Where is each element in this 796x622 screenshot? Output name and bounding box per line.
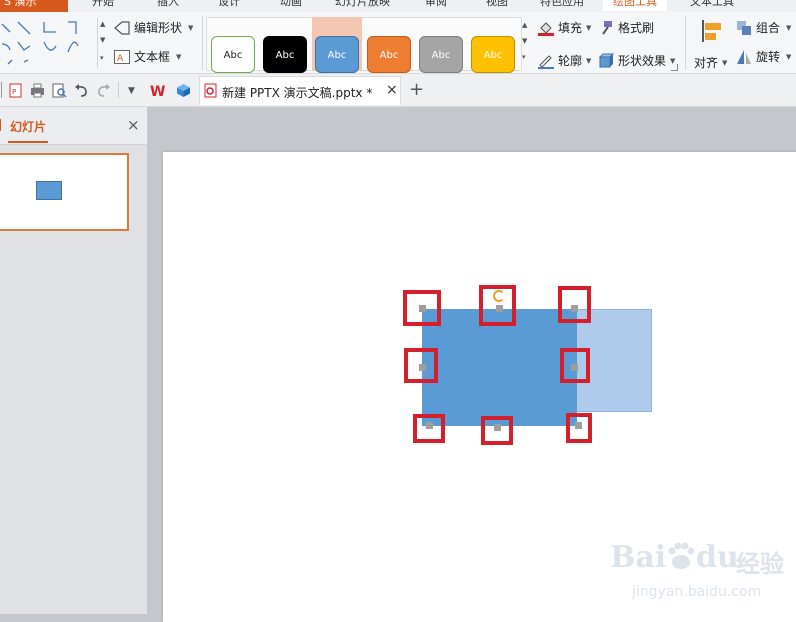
document-title: 新建 PPTX 演示文稿.pptx *: [222, 86, 373, 100]
paw-logo-icon: [668, 542, 695, 569]
close-tab-icon[interactable]: ×: [386, 82, 398, 98]
dialog-launcher-icon[interactable]: [671, 64, 678, 71]
highlight-box: [479, 285, 516, 326]
highlight-box: [566, 413, 592, 443]
redo-icon[interactable]: [96, 83, 111, 98]
highlight-box: [404, 348, 438, 383]
undo-icon[interactable]: [74, 83, 89, 98]
toolbar-divider: [1, 82, 2, 98]
selected-rectangle[interactable]: [422, 309, 577, 426]
group-icon: [737, 21, 751, 35]
print-icon[interactable]: [30, 83, 45, 98]
tab-slideshow[interactable]: 幻灯片放映: [335, 0, 390, 11]
shape-style-6[interactable]: Abc: [471, 36, 515, 73]
tab-text-tools[interactable]: 文本工具: [690, 0, 734, 11]
slide-thumbnail[interactable]: [0, 153, 129, 231]
align-icon: [702, 20, 721, 42]
app-menu-button[interactable]: S 演示: [0, 0, 68, 12]
highlight-box: [413, 414, 445, 443]
tab-special[interactable]: 特色应用: [540, 0, 584, 11]
tab-animation[interactable]: 动画: [280, 0, 302, 11]
shape-style-2[interactable]: Abc: [263, 36, 307, 73]
print-preview-icon[interactable]: [52, 83, 67, 98]
svg-text:W: W: [150, 84, 165, 98]
fill-button[interactable]: 填充 ▼: [538, 20, 596, 38]
new-tab-icon[interactable]: +: [409, 79, 424, 100]
active-tab-indicator: [8, 141, 48, 143]
tab-design[interactable]: 设计: [218, 0, 240, 11]
format-brush-icon: [602, 21, 612, 35]
ribbon-divider: [202, 16, 203, 70]
shape-effects-button[interactable]: 形状效果 ▼: [598, 53, 680, 71]
align-button[interactable]: 对齐 ▼: [694, 18, 733, 70]
shape-style-5[interactable]: Abc: [419, 36, 463, 73]
document-tab[interactable]: 新建 PPTX 演示文稿.pptx * ×: [199, 76, 401, 105]
export-pdf-icon[interactable]: P: [8, 83, 23, 98]
ribbon-divider: [685, 16, 686, 70]
connector-gallery-scroll[interactable]: ▲ ▼ ▾: [97, 18, 108, 68]
highlight-box: [481, 416, 513, 445]
slides-panel-header: 幻灯片 ×: [0, 107, 147, 145]
svg-text:P: P: [12, 88, 16, 96]
thumbnail-rectangle: [36, 181, 62, 200]
paint-bucket-icon: [538, 22, 554, 36]
highlight-box: [560, 348, 590, 383]
svg-text:A: A: [117, 54, 124, 64]
tab-slides[interactable]: 幻灯片: [10, 118, 46, 135]
menu-bar: S 演示 开始 插入 设计 动画 幻灯片放映 审阅 视图 特色应用 绘图工具 文…: [0, 0, 796, 12]
slides-panel: 幻灯片 ×: [0, 107, 147, 614]
shape-style-4[interactable]: Abc: [367, 36, 411, 73]
close-panel-icon[interactable]: ×: [127, 116, 140, 134]
panel-tab-divider: [0, 119, 1, 131]
toolbar-divider: [118, 82, 119, 98]
highlight-box: [403, 290, 441, 326]
group-button[interactable]: 组合 ▼: [736, 20, 796, 38]
tab-insert[interactable]: 插入: [157, 0, 179, 11]
tab-home[interactable]: 开始: [92, 0, 114, 11]
highlight-box: [558, 286, 591, 323]
tab-view[interactable]: 视图: [486, 0, 508, 11]
style-gallery-scroll[interactable]: ▲ ▼ ▾: [520, 17, 530, 69]
format-brush-button[interactable]: 格式刷: [598, 20, 668, 38]
quick-access-bar: P ▼ W 新建 PPTX 演示文稿.pptx * × +: [0, 74, 796, 107]
shape-effects-icon: [598, 53, 614, 68]
tab-drawing-tools[interactable]: 绘图工具: [603, 0, 667, 11]
edit-shape-icon: [114, 21, 130, 35]
pencil-icon: [538, 55, 554, 69]
ribbon: ▲ ▼ ▾ 编辑形状 ▼ A 文本框 ▼ Abc Abc Abc Abc Abc Abc …: [0, 12, 796, 74]
pptx-file-icon: [204, 83, 217, 98]
tab-review[interactable]: 审阅: [425, 0, 447, 11]
customize-toolbar-icon[interactable]: ▼: [128, 86, 135, 96]
rotate-icon: [737, 50, 751, 64]
text-box-icon: A: [114, 50, 130, 64]
outline-button[interactable]: 轮廓 ▼: [538, 53, 596, 71]
connector-gallery[interactable]: [0, 16, 96, 68]
shape-style-1[interactable]: Abc: [211, 36, 255, 73]
rotate-button[interactable]: 旋转 ▼: [736, 49, 796, 67]
cube-icon[interactable]: [176, 83, 191, 98]
shape-style-3[interactable]: Abc: [315, 36, 359, 73]
wps-logo-icon[interactable]: W: [150, 83, 165, 98]
watermark: Bai du 经验 jingyan.baidu.com: [610, 540, 784, 600]
text-box-button[interactable]: A 文本框 ▼: [114, 49, 199, 67]
edit-shape-button[interactable]: 编辑形状 ▼: [114, 20, 199, 38]
